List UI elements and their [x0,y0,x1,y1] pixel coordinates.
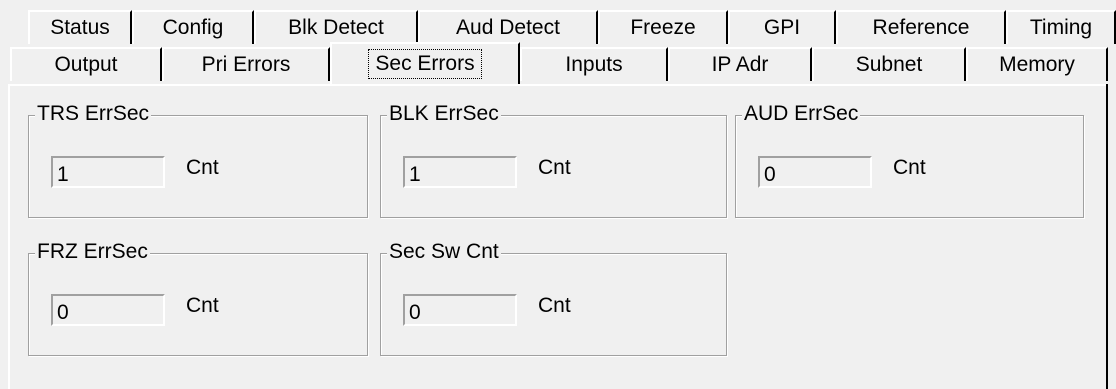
group-title: BLK ErrSec [387,102,501,126]
tab-subnet[interactable]: Subnet [812,47,966,81]
tab-label: Timing [1029,16,1093,39]
tab-label: Subnet [855,53,923,76]
unit-label: Cnt [186,294,219,317]
group-blk-errsec: BLK ErrSec 1 Cnt [380,102,727,218]
tab-output[interactable]: Output [10,47,162,81]
group-sec-sw-cnt: Sec Sw Cnt 0 Cnt [380,240,727,356]
tab-label: Aud Detect [456,16,560,39]
panel-border-left [8,84,10,389]
group-title: TRS ErrSec [35,102,152,126]
tab-ip-adr[interactable]: IP Adr [668,47,812,81]
tab-label: Reference [872,16,970,39]
trs-errsec-field[interactable]: 1 [51,156,165,188]
tab-inputs[interactable]: Inputs [520,47,668,81]
tab-label: Blk Detect [288,16,384,39]
tab-sec-errors[interactable]: Sec Errors [330,42,520,84]
tab-row-top: Status Config Blk Detect Aud Detect Free… [0,10,1116,46]
tab-row-bottom: Output Pri Errors Sec Errors Inputs IP A… [0,42,1116,84]
tab-label: Freeze [630,16,696,39]
sec-sw-cnt-field[interactable]: 0 [403,294,517,326]
unit-label: Cnt [186,156,219,179]
tab-gpi[interactable]: GPI [728,10,836,44]
group-frz-errsec: FRZ ErrSec 0 Cnt [28,240,368,356]
tab-aud-detect[interactable]: Aud Detect [418,10,598,44]
tab-label: Status [50,16,110,39]
tab-label: GPI [763,16,801,39]
aud-errsec-field[interactable]: 0 [758,156,872,188]
frz-errsec-field[interactable]: 0 [51,294,165,326]
tab-timing[interactable]: Timing [1006,10,1116,44]
panel-border-top [8,84,1108,86]
panel-border-right [1106,84,1108,389]
tab-label: Inputs [565,53,623,76]
tab-label: Config [162,16,224,39]
group-aud-errsec: AUD ErrSec 0 Cnt [735,102,1084,218]
unit-label: Cnt [893,156,926,179]
tab-label: Sec Errors [368,49,482,79]
tab-blk-detect[interactable]: Blk Detect [254,10,418,44]
blk-errsec-field[interactable]: 1 [403,156,517,188]
group-title: FRZ ErrSec [35,240,150,264]
group-trs-errsec: TRS ErrSec 1 Cnt [28,102,368,218]
tab-reference[interactable]: Reference [836,10,1006,44]
group-title: Sec Sw Cnt [387,240,501,264]
unit-label: Cnt [538,156,571,179]
tab-label: Memory [999,53,1075,76]
group-title: AUD ErrSec [742,102,861,126]
tab-freeze[interactable]: Freeze [598,10,728,44]
tab-label: IP Adr [711,53,769,76]
tab-status[interactable]: Status [28,10,132,44]
tab-memory[interactable]: Memory [966,47,1108,81]
tab-config[interactable]: Config [132,10,254,44]
unit-label: Cnt [538,294,571,317]
tab-label: Pri Errors [201,53,291,76]
tab-pri-errors[interactable]: Pri Errors [162,47,330,81]
tab-label: Output [54,53,118,76]
